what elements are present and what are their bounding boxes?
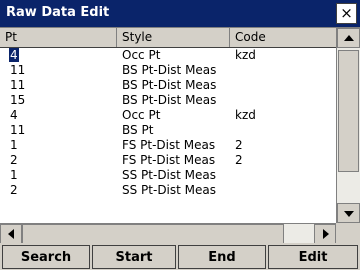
pt-cell: 2: [10, 153, 18, 167]
table-row[interactable]: 1 FS Pt-Dist Meas 2: [0, 138, 336, 153]
search-button[interactable]: Search: [2, 245, 90, 269]
arrow-left-icon: [8, 229, 14, 239]
pt-cell: 2: [10, 183, 18, 197]
close-icon: ×: [340, 4, 353, 22]
style-cell: FS Pt-Dist Meas: [122, 153, 216, 167]
data-grid: Pt Style Code 4 Occ Pt kzd 11 BS Pt-Dist…: [0, 27, 360, 244]
arrow-down-icon: [344, 211, 354, 217]
scroll-up-button[interactable]: [337, 28, 360, 48]
scroll-left-button[interactable]: [0, 224, 22, 244]
pt-cell: 1: [10, 138, 18, 152]
table-row[interactable]: 15 BS Pt-Dist Meas: [0, 93, 336, 108]
pt-cell: 11: [10, 123, 26, 137]
pt-cell: 4: [9, 48, 19, 62]
style-cell: BS Pt-Dist Meas: [122, 78, 217, 92]
column-header-code[interactable]: Code: [230, 28, 336, 47]
pt-cell: 11: [10, 78, 26, 92]
table-row[interactable]: 4 Occ Pt kzd: [0, 108, 336, 123]
scrollbar-corner: [336, 223, 360, 244]
horizontal-scroll-thumb[interactable]: [22, 224, 284, 244]
code-cell: kzd: [235, 48, 256, 62]
table-row[interactable]: 2 SS Pt-Dist Meas: [0, 183, 336, 198]
pt-cell: 11: [10, 63, 26, 77]
end-button[interactable]: End: [178, 245, 266, 269]
arrow-right-icon: [323, 229, 329, 239]
close-button[interactable]: ×: [336, 3, 357, 24]
column-header-style[interactable]: Style: [117, 28, 230, 47]
window-title: Raw Data Edit: [6, 5, 110, 20]
code-cell: 2: [235, 138, 243, 152]
table-row[interactable]: 11 BS Pt-Dist Meas: [0, 63, 336, 78]
title-bar: Raw Data Edit ×: [0, 0, 360, 27]
table-body: 4 Occ Pt kzd 11 BS Pt-Dist Meas 11 BS Pt…: [0, 48, 336, 222]
table-row[interactable]: 2 FS Pt-Dist Meas 2: [0, 153, 336, 168]
style-cell: BS Pt: [122, 123, 154, 137]
edit-button[interactable]: Edit: [268, 245, 358, 269]
pt-cell: 15: [10, 93, 26, 107]
style-cell: Occ Pt: [122, 48, 161, 62]
arrow-up-icon: [344, 35, 354, 41]
style-cell: SS Pt-Dist Meas: [122, 168, 217, 182]
style-cell: Occ Pt: [122, 108, 161, 122]
column-header-pt[interactable]: Pt: [0, 28, 117, 47]
start-button[interactable]: Start: [92, 245, 176, 269]
style-cell: BS Pt-Dist Meas: [122, 93, 217, 107]
table-row[interactable]: 1 SS Pt-Dist Meas: [0, 168, 336, 183]
pt-cell: 1: [10, 168, 18, 182]
horizontal-scrollbar[interactable]: [0, 223, 336, 244]
style-cell: BS Pt-Dist Meas: [122, 63, 217, 77]
button-bar: Search Start End Edit: [0, 243, 360, 270]
vertical-scroll-thumb[interactable]: [338, 50, 359, 172]
style-cell: SS Pt-Dist Meas: [122, 183, 217, 197]
table-row[interactable]: 4 Occ Pt kzd: [0, 48, 336, 63]
code-cell: kzd: [235, 108, 256, 122]
vertical-scrollbar[interactable]: [336, 28, 360, 223]
style-cell: FS Pt-Dist Meas: [122, 138, 216, 152]
pt-cell: 4: [10, 108, 18, 122]
table-row[interactable]: 11 BS Pt: [0, 123, 336, 138]
code-cell: 2: [235, 153, 243, 167]
scroll-down-button[interactable]: [337, 203, 360, 223]
table-row[interactable]: 11 BS Pt-Dist Meas: [0, 78, 336, 93]
table-header: Pt Style Code: [0, 28, 336, 48]
scroll-right-button[interactable]: [314, 224, 336, 244]
